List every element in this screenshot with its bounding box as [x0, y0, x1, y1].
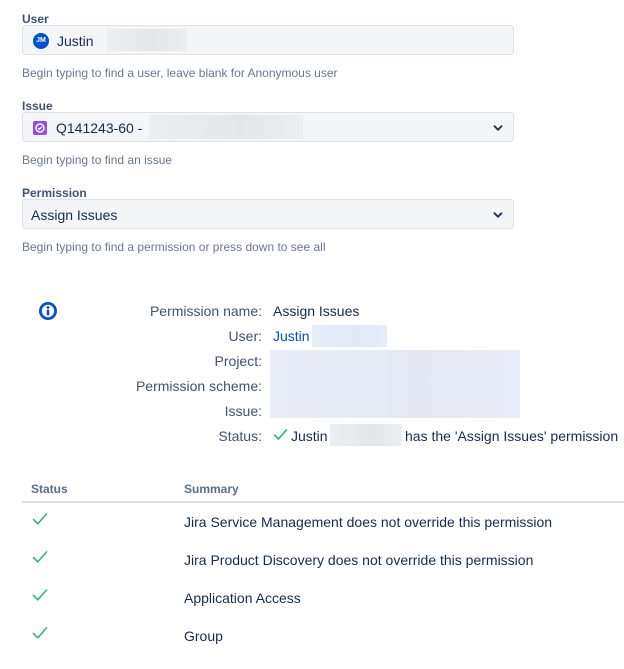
row-summary: Jira Product Discovery does not override… — [184, 552, 534, 568]
row-summary: Application Access — [184, 590, 301, 606]
chevron-down-icon[interactable] — [492, 122, 504, 134]
check-icon — [273, 429, 288, 440]
user-label: User: — [228, 328, 262, 344]
redacted-user-surname — [107, 29, 187, 51]
check-icon — [32, 589, 48, 601]
status-user: Justin — [291, 428, 328, 444]
user-field-help: Begin typing to find a user, leave blank… — [22, 66, 338, 80]
info-icon — [39, 302, 57, 320]
user-field-label: User — [22, 12, 49, 26]
table-header-summary: Summary — [184, 482, 239, 496]
check-icon — [32, 513, 48, 525]
user-link[interactable]: Justin — [273, 328, 310, 344]
table-header-status: Status — [31, 482, 68, 496]
issue-field-label: Issue — [22, 99, 53, 113]
issue-field-help: Begin typing to find an issue — [22, 153, 173, 167]
table-header-divider — [22, 501, 624, 503]
redacted-status-surname — [330, 424, 402, 446]
permission-name-value: Assign Issues — [273, 303, 360, 319]
project-label: Project: — [214, 353, 262, 369]
user-picker-value: Justin — [57, 33, 94, 49]
permission-field-help: Begin typing to find a permission or pre… — [22, 240, 326, 254]
permission-name-label: Permission name: — [149, 303, 262, 319]
chevron-down-icon[interactable] — [492, 209, 504, 221]
avatar: JM — [33, 33, 49, 49]
user-picker[interactable]: JM Justin — [22, 25, 514, 55]
permission-select[interactable]: Assign Issues — [22, 199, 514, 229]
redacted-issue-summary — [149, 115, 303, 139]
permission-scheme-label: Permission scheme: — [135, 378, 262, 394]
check-icon — [32, 627, 48, 639]
issue-picker[interactable]: Q141243-60 - — [22, 112, 514, 142]
permission-field-label: Permission — [22, 186, 87, 200]
status-label: Status: — [218, 428, 262, 444]
redacted-user-link-surname — [312, 325, 387, 347]
issue-type-icon — [33, 121, 47, 135]
permission-select-value: Assign Issues — [31, 207, 118, 223]
check-icon — [32, 551, 48, 563]
redacted-project-scheme-issue — [270, 350, 520, 418]
issue-label: Issue: — [224, 403, 262, 419]
status-text: has the 'Assign Issues' permission — [405, 428, 619, 444]
row-summary: Jira Service Management does not overrid… — [184, 514, 553, 530]
issue-picker-value: Q141243-60 - — [56, 120, 143, 136]
row-summary: Group — [184, 628, 223, 644]
